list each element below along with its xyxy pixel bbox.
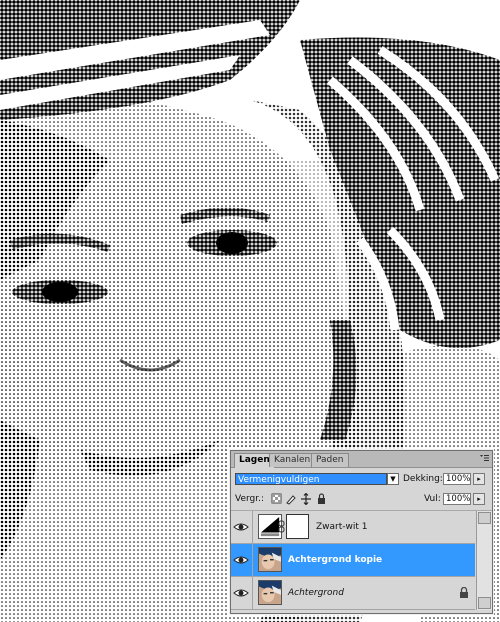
panel-menu-icon[interactable] (479, 454, 489, 462)
layer-row-achtergrond[interactable]: Achtergrond (231, 577, 475, 610)
panel-tab-bar: Lagen Kanalen Paden (231, 451, 492, 468)
lock-pixels-icon[interactable] (286, 495, 296, 505)
lock-options (271, 493, 325, 505)
link-icon[interactable] (278, 520, 285, 533)
lock-icon (460, 587, 468, 598)
fill-label: Vul: (424, 494, 441, 504)
fill-input[interactable]: 100% (443, 493, 471, 505)
lock-transparency-icon[interactable] (271, 493, 282, 504)
divider (252, 544, 253, 576)
tab-kanalen[interactable]: Kanalen (269, 453, 316, 467)
divider (252, 577, 253, 609)
lock-all-icon[interactable] (318, 493, 325, 504)
layer-name[interactable]: Achtergrond (288, 588, 344, 598)
opacity-input[interactable]: 100% (443, 473, 471, 485)
layer-row-achtergrond-kopie[interactable]: Achtergrond kopie (231, 544, 475, 577)
layers-scrollbar[interactable] (476, 511, 492, 610)
fill-slider-button[interactable]: ▸ (473, 493, 485, 505)
layer-name[interactable]: Zwart-wit 1 (316, 522, 368, 532)
scroll-up-button[interactable] (478, 512, 491, 524)
eye-icon[interactable] (233, 586, 249, 600)
scroll-down-button[interactable] (478, 597, 491, 609)
layer-thumbnail (258, 547, 282, 572)
lock-position-icon[interactable] (301, 493, 311, 505)
layer-row-zwart-wit[interactable]: Zwart-wit 1 (231, 511, 475, 544)
tab-paden[interactable]: Paden (311, 453, 349, 467)
lock-label: Vergr.: (235, 494, 265, 504)
layers-panel: Lagen Kanalen Paden Vermenigvuldigen ▼ D… (230, 450, 493, 614)
opacity-label: Dekking: (403, 474, 443, 484)
eye-icon[interactable] (233, 553, 249, 567)
opacity-slider-button[interactable]: ▸ (473, 473, 485, 485)
eye-icon[interactable] (233, 520, 249, 534)
layer-mask-thumbnail[interactable] (286, 514, 309, 539)
layer-name[interactable]: Achtergrond kopie (288, 555, 382, 565)
layer-thumbnail (258, 580, 282, 605)
blend-mode-select[interactable]: Vermenigvuldigen (235, 473, 387, 485)
chevron-down-icon[interactable]: ▼ (387, 473, 399, 485)
divider (252, 511, 253, 543)
